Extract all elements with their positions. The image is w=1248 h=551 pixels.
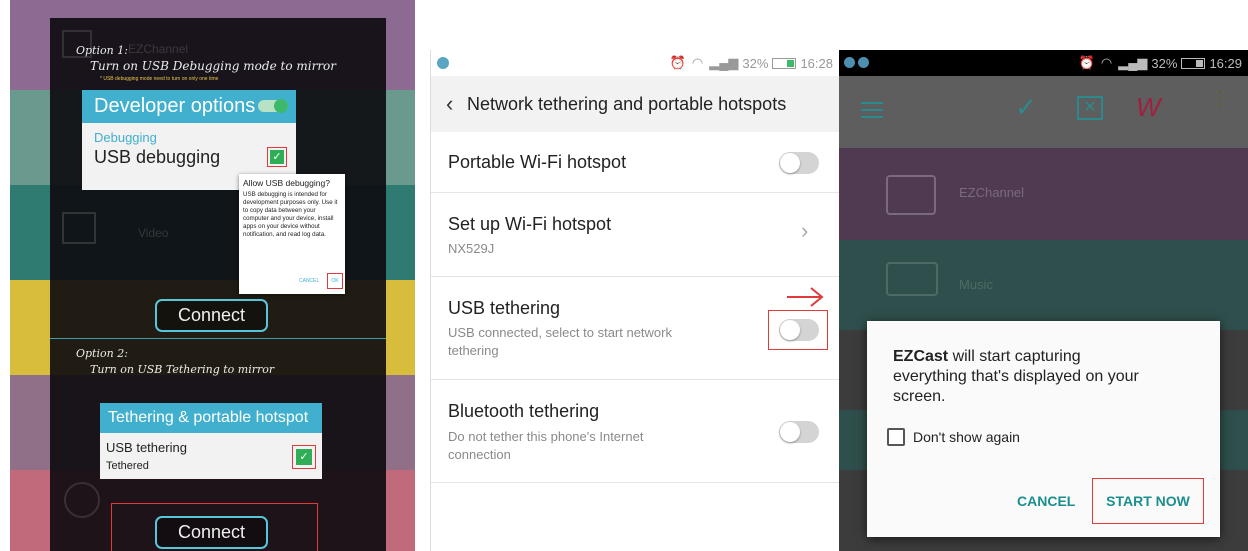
row-title: Bluetooth tethering [448,401,600,421]
check-icon[interactable]: ✓ [1015,92,1037,123]
wifi-icon: ◠ [1100,55,1113,70]
option2-description: Turn on USB Tethering to mirror [90,363,275,376]
row-title: Portable Wi-Fi hotspot [448,152,627,172]
notification-icon [844,57,855,68]
music-item[interactable]: Music [839,240,1248,330]
allow-cancel-button[interactable]: CANCEL [299,278,319,284]
allow-dialog-body: USB debugging is intended for developmen… [243,191,338,238]
page-title: Network tethering and portable hotspots [467,94,787,114]
battery-percent: 32% [1151,55,1178,71]
dont-show-again-checkbox[interactable] [887,428,905,446]
notification-icon [437,57,449,69]
portable-wifi-hotspot-row[interactable]: Portable Wi-Fi hotspot [431,132,839,193]
allow-ok-button[interactable]: OK [327,273,343,289]
wifi-icon: ◠ [691,55,704,70]
battery-icon [772,57,797,69]
status-bar: ⏰ ◠ ▂▄▆ 32% 16:28 [431,50,839,76]
debugging-section-label: Debugging [94,130,157,145]
status-time: 16:28 [800,55,833,71]
row-subtitle-line2: connection [448,447,511,462]
alarm-icon: ⏰ [1078,55,1095,70]
dialog-line2: everything that's displayed on your [893,368,1139,385]
screen-capture-dialog: EZCast will start capturing everything t… [867,321,1220,537]
usb-mirror-instructions-panel: EZChannel Video Option 1: Turn on USB De… [10,0,415,551]
option2-title: Option 2: [76,347,128,360]
tethering-body: USB tethering Tethered ✓ [100,433,322,479]
developer-toggle[interactable] [258,99,288,113]
row-subtitle: NX529J [448,241,495,256]
notification-icon [858,57,869,68]
option1-title: Option 1: [76,44,128,57]
menu-icon[interactable] [861,102,883,118]
option1-note: * USB debugging mode need to turn on onl… [100,76,219,82]
status-bar: ⏰ ◠ ▂▄▆ 32% 16:29 [839,50,1248,76]
ezchannel-item[interactable]: EZChannel [839,148,1248,240]
red-arrow-icon [787,287,824,307]
check-icon: ✓ [270,150,284,164]
usb-debugging-label: USB debugging [94,147,221,167]
connect-button-1[interactable]: Connect [155,299,268,332]
usb-tethering-label: USB tethering [106,440,187,455]
bg-channel-label: EZChannel [128,42,189,56]
allow-dialog-title: Allow USB debugging? [243,178,330,188]
row-subtitle-line2: tethering [448,343,499,358]
signal-icon: ▂▄▆ [709,55,739,70]
connect-button-2[interactable]: Connect [155,516,268,549]
battery-percent: 32% [742,55,769,71]
row-subtitle-line1: Do not tether this phone's Internet [448,429,644,444]
tethered-status: Tethered [106,460,149,472]
battery-icon [1181,57,1206,69]
globe-icon [64,482,100,518]
dont-show-again-label: Don't show again [913,429,1020,445]
usb-debugging-checkbox[interactable]: ✓ [267,147,287,167]
music-label: Music [959,277,993,292]
usb-tethering-row[interactable]: USB tethering USB connected, select to s… [431,277,839,380]
wifi-hotspot-toggle[interactable] [779,152,819,174]
tethering-settings-screen: ⏰ ◠ ▂▄▆ 32% 16:28 ‹ Network tethering an… [430,50,839,551]
cancel-button[interactable]: CANCEL [1017,493,1075,509]
bluetooth-tethering-toggle[interactable] [779,421,819,443]
bluetooth-tethering-row[interactable]: Bluetooth tethering Do not tether this p… [431,380,839,483]
ezchannel-label: EZChannel [959,185,1025,200]
allow-usb-debugging-dialog: Allow USB debugging? USB debugging is in… [239,174,345,294]
check-icon: ✓ [296,449,312,465]
tethering-title: Tethering & portable hotspot [100,403,322,433]
chevron-right-icon: › [801,218,809,243]
ezcast-screen-capture: ⏰ ◠ ▂▄▆ 32% 16:29 ✓ ✕ W ⋮ EZChannel Musi… [839,50,1248,551]
start-now-button[interactable]: START NOW [1092,478,1204,524]
dialog-app-name: EZCast [893,348,949,365]
wifi-direct-icon[interactable]: W [1136,92,1161,123]
dialog-message: EZCast will start capturing everything t… [893,347,1203,407]
app-header: ‹ Network tethering and portable hotspot… [431,76,839,132]
dialog-line1: will start capturing [948,348,1081,365]
tv-icon [886,175,936,215]
film-icon [62,212,96,244]
tethering-card: Tethering & portable hotspot USB tetheri… [100,403,322,479]
usb-tethering-checkbox[interactable]: ✓ [292,445,316,469]
status-time: 16:29 [1209,55,1242,71]
setup-wifi-hotspot-row[interactable]: Set up Wi-Fi hotspot NX529J › [431,193,839,277]
divider [50,338,386,339]
usb-tethering-toggle[interactable] [779,319,819,341]
music-icon [886,262,938,296]
more-options-icon[interactable]: ⋮ [1211,89,1229,107]
screen-mirror-icon[interactable]: ✕ [1077,96,1103,120]
row-subtitle-line1: USB connected, select to start network [448,325,672,340]
signal-icon: ▂▄▆ [1118,55,1148,70]
option1-description: Turn on USB Debugging mode to mirror [90,59,337,73]
dialog-line3: screen. [893,388,946,405]
bg-video-label: Video [138,226,169,240]
app-toolbar: ✓ ✕ W ⋮ [839,76,1248,148]
back-chevron-icon[interactable]: ‹ [446,91,453,117]
row-title: USB tethering [448,298,561,318]
row-title: Set up Wi-Fi hotspot [448,214,612,234]
alarm-icon: ⏰ [669,55,686,70]
